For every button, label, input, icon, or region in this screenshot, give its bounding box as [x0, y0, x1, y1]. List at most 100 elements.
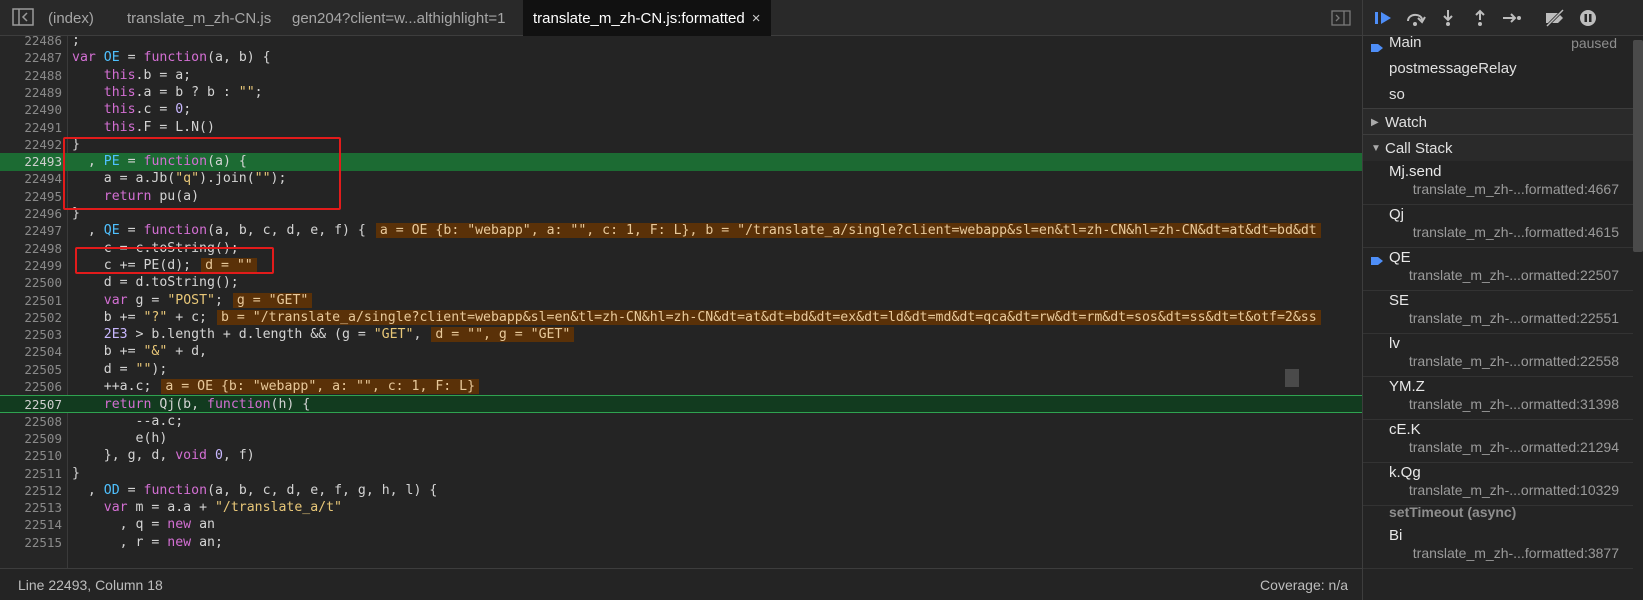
- call-frame[interactable]: Bi translate_m_zh-...formatted:3877: [1363, 524, 1633, 569]
- line-number[interactable]: 22499: [0, 257, 62, 275]
- code-line[interactable]: 22505 d = "");: [0, 361, 1362, 379]
- line-number[interactable]: 22514: [0, 516, 62, 534]
- line-number[interactable]: 22488: [0, 67, 62, 85]
- frame-location-link[interactable]: translate_m_zh-...ormatted:21294: [1409, 439, 1619, 455]
- tab-gen204[interactable]: gen204?client=w...althighlight=1: [292, 0, 506, 36]
- debugger-sidebar-toggle-icon[interactable]: [1331, 10, 1351, 26]
- pause-on-exceptions-icon[interactable]: [1577, 9, 1599, 27]
- call-frame[interactable]: YM.Z translate_m_zh-...ormatted:31398: [1363, 375, 1633, 420]
- code-line[interactable]: 22490 this.c = 0;: [0, 101, 1362, 119]
- code-line[interactable]: 22488 this.b = a;: [0, 67, 1362, 85]
- line-number[interactable]: 22506: [0, 378, 62, 396]
- code-line[interactable]: 22510 }, g, d, void 0, f): [0, 447, 1362, 465]
- line-number[interactable]: 22508: [0, 413, 62, 431]
- line-number[interactable]: 22504: [0, 343, 62, 361]
- line-number[interactable]: 22497: [0, 222, 62, 240]
- line-number[interactable]: 22505: [0, 361, 62, 379]
- code-editor[interactable]: 22486; 22487 var OE = function(a, b) {2248…: [0, 36, 1362, 568]
- code-line[interactable]: 22506 ++a.c; a = OE {b: "webapp", a: "", …: [0, 378, 1362, 396]
- line-number[interactable]: 22507: [0, 396, 62, 414]
- line-number[interactable]: 22510: [0, 447, 62, 465]
- code-line[interactable]: 22489 this.a = b ? b : "";: [0, 84, 1362, 102]
- line-code: d = d.toString();: [103, 275, 239, 291]
- frame-location-link[interactable]: translate_m_zh-...ormatted:31398: [1409, 396, 1619, 412]
- sidebar-toggle-icon[interactable]: [12, 8, 36, 28]
- frame-location-link[interactable]: translate_m_zh-...ormatted:10329: [1409, 482, 1619, 498]
- call-frame[interactable]: cE.K translate_m_zh-...ormatted:21294: [1363, 418, 1633, 463]
- code-line[interactable]: 22504 b += "&" + d,: [0, 343, 1362, 361]
- coverage-status[interactable]: Coverage: n/a: [1260, 569, 1348, 600]
- code-line[interactable]: 22486;: [0, 36, 1362, 50]
- tab-translate-js[interactable]: translate_m_zh-CN.js: [127, 0, 271, 36]
- thread-so[interactable]: so: [1363, 82, 1633, 108]
- code-line[interactable]: 22491 this.F = L.N(): [0, 119, 1362, 137]
- line-number[interactable]: 22502: [0, 309, 62, 327]
- code-line[interactable]: 22501 var g = "POST"; g = "GET": [0, 292, 1362, 310]
- thread-main[interactable]: Main paused: [1363, 30, 1633, 56]
- line-number[interactable]: 22515: [0, 534, 62, 552]
- code-line[interactable]: 22512 , OD = function(a, b, c, d, e, f, …: [0, 482, 1362, 500]
- code-line[interactable]: 22502 b += "?" + c; b = "/translate_a/sin…: [0, 309, 1362, 327]
- line-number[interactable]: 22496: [0, 205, 62, 223]
- code-line[interactable]: 22500 d = d.toString();: [0, 274, 1362, 292]
- line-number[interactable]: 22495: [0, 188, 62, 206]
- code-line[interactable]: 22503 2E3 > b.length + d.length && (g = …: [0, 326, 1362, 344]
- tab-translate-formatted[interactable]: translate_m_zh-CN.js:formatted ×: [523, 0, 771, 36]
- code-line[interactable]: 22508 --a.c;: [0, 413, 1362, 431]
- code-line[interactable]: 22513 var m = a.a + "/translate_a/t": [0, 499, 1362, 517]
- code-line[interactable]: 22487 var OE = function(a, b) {: [0, 49, 1362, 67]
- line-number[interactable]: 22492: [0, 136, 62, 154]
- step-out-icon[interactable]: [1469, 9, 1491, 27]
- current-frame-icon: [1371, 254, 1383, 266]
- call-frame[interactable]: k.Qg translate_m_zh-...ormatted:10329: [1363, 461, 1633, 506]
- resume-icon[interactable]: [1373, 9, 1395, 27]
- vertical-scrollbar-marker[interactable]: [1285, 369, 1299, 387]
- line-number[interactable]: 22511: [0, 465, 62, 483]
- frame-location-link[interactable]: translate_m_zh-...formatted:4615: [1413, 224, 1619, 240]
- line-number[interactable]: 22489: [0, 84, 62, 102]
- frame-location-link[interactable]: translate_m_zh-...ormatted:22558: [1409, 353, 1619, 369]
- line-number[interactable]: 22513: [0, 499, 62, 517]
- line-number[interactable]: 22487: [0, 49, 62, 67]
- code-line[interactable]: 22497 , QE = function(a, b, c, d, e, f) …: [0, 222, 1362, 240]
- step-over-icon[interactable]: [1405, 9, 1427, 27]
- editor-pane: (index) translate_m_zh-CN.js gen204?clie…: [0, 0, 1362, 600]
- line-number[interactable]: 22491: [0, 119, 62, 137]
- code-line[interactable]: 22507 return Qj(b, function(h) {: [0, 395, 1362, 414]
- line-code: e(h): [135, 430, 168, 446]
- line-number[interactable]: 22494: [0, 170, 62, 188]
- step-icon[interactable]: [1501, 9, 1523, 27]
- call-frame[interactable]: lv translate_m_zh-...ormatted:22558: [1363, 332, 1633, 377]
- debugger-scrollbar[interactable]: [1633, 40, 1643, 252]
- code-line[interactable]: 22514 , q = new an: [0, 516, 1362, 534]
- line-number[interactable]: 22512: [0, 482, 62, 500]
- thread-name: postmessageRelay: [1389, 60, 1517, 77]
- code-line[interactable]: 22509 e(h): [0, 430, 1362, 448]
- step-into-icon[interactable]: [1437, 9, 1459, 27]
- line-number[interactable]: 22500: [0, 274, 62, 292]
- line-number[interactable]: 22503: [0, 326, 62, 344]
- thread-postmessagerelay[interactable]: postmessageRelay: [1363, 56, 1633, 82]
- line-number[interactable]: 22509: [0, 430, 62, 448]
- call-frame[interactable]: Mj.send translate_m_zh-...formatted:4667: [1363, 160, 1633, 205]
- watch-section-header[interactable]: ▶ Watch: [1363, 108, 1633, 135]
- line-number[interactable]: 22493: [0, 153, 62, 171]
- tab-label: translate_m_zh-CN.js:formatted: [533, 10, 745, 27]
- call-frame[interactable]: QE translate_m_zh-...ormatted:22507: [1363, 246, 1633, 291]
- code-line[interactable]: 22511}: [0, 465, 1362, 483]
- frame-location-link[interactable]: translate_m_zh-...ormatted:22551: [1409, 310, 1619, 326]
- tab-index[interactable]: (index): [48, 0, 94, 36]
- line-number[interactable]: 22498: [0, 240, 62, 258]
- call-stack-section-header[interactable]: ▼ Call Stack: [1363, 134, 1633, 161]
- code-line[interactable]: 22515 , r = new an;: [0, 534, 1362, 552]
- call-frame[interactable]: Qj translate_m_zh-...formatted:4615: [1363, 203, 1633, 248]
- call-frame[interactable]: SE translate_m_zh-...ormatted:22551: [1363, 289, 1633, 334]
- frame-location-link[interactable]: translate_m_zh-...formatted:3877: [1413, 545, 1619, 561]
- deactivate-breakpoints-icon[interactable]: [1543, 8, 1565, 28]
- line-number[interactable]: 22486: [0, 36, 62, 50]
- close-icon[interactable]: ×: [752, 10, 761, 27]
- line-number[interactable]: 22490: [0, 101, 62, 119]
- frame-location-link[interactable]: translate_m_zh-...ormatted:22507: [1409, 267, 1619, 283]
- line-number[interactable]: 22501: [0, 292, 62, 310]
- frame-location-link[interactable]: translate_m_zh-...formatted:4667: [1413, 181, 1619, 197]
